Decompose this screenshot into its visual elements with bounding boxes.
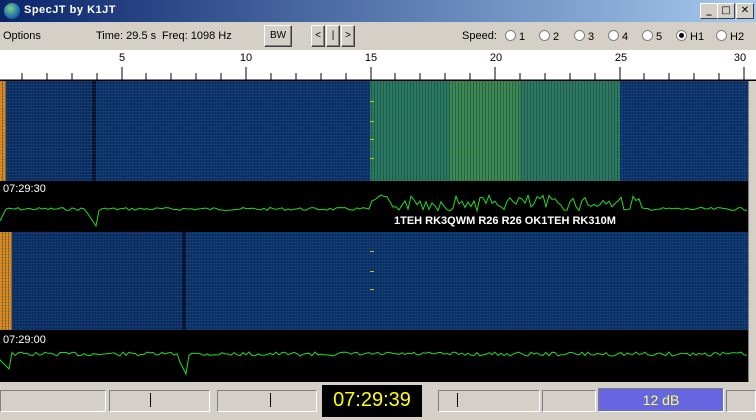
freq-readout: Freq: 1098 Hz [162,30,232,42]
slider-contrast[interactable] [217,390,317,412]
ruler-label: 30 [733,52,747,64]
radio-dot [642,30,653,41]
speed-radio-4[interactable]: 4 [608,30,628,43]
minimize-button[interactable]: _ [700,3,718,19]
slider-brightness[interactable] [109,390,210,412]
ruler-label: 10 [239,52,253,64]
speed-radio-2[interactable]: 2 [539,30,559,43]
ruler-ticks [0,67,756,80]
spectrogram-display[interactable]: 07:29:30 1TEH RK3QWM R26 R26 OK1TEH RK31… [0,81,748,382]
radio-dot [539,30,550,41]
tone-marker [370,271,374,272]
speed-label: Speed: [462,30,497,42]
tone-marker [370,121,374,122]
center-button[interactable]: | [326,25,340,47]
speed-radio-1[interactable]: 1 [505,30,525,43]
tone-marker [370,289,374,290]
maximize-button[interactable]: □ [717,3,735,19]
status-panel [726,390,756,412]
window-title: SpecJT by K1JT [24,4,116,16]
time-readout: Time: 29.5 s [96,30,157,42]
radio-dot [608,30,619,41]
radio-dot [505,30,516,41]
close-button[interactable]: ✕ [736,3,754,19]
waterfall-upper [0,81,748,181]
next-button[interactable]: > [341,25,355,47]
speed-radio-3[interactable]: 3 [574,30,594,43]
tone-marker [370,251,374,252]
frequency-ruler[interactable]: 5 10 15 20 25 30 [0,50,756,81]
radio-dot-selected [676,30,687,41]
toolbar: Options Time: 29.5 s Freq: 1098 Hz BW < … [0,22,756,50]
tone-marker [370,139,374,140]
ruler-label: 5 [118,52,126,64]
prev-button[interactable]: < [311,25,325,47]
tone-marker [370,101,374,102]
status-panel [0,390,106,412]
utc-clock: 07:29:39 [322,385,422,417]
radio-dot [574,30,585,41]
slider-thumb[interactable] [457,393,458,407]
waterfall-lower [0,232,748,330]
vertical-scrollbar[interactable] [748,81,756,382]
bw-button[interactable]: BW [264,25,292,47]
title-bar: SpecJT by K1JT _ □ ✕ [0,0,756,22]
signal-trace-lower [0,351,748,376]
slider-gain[interactable] [438,390,540,412]
speed-radio-5[interactable]: 5 [642,30,662,43]
ruler-label: 15 [364,52,378,64]
speed-radio-h1[interactable]: H1 [676,30,704,43]
speed-radio-h2[interactable]: H2 [716,30,744,43]
status-panel [542,390,596,412]
radio-dot [716,30,727,41]
slider-thumb[interactable] [150,393,151,407]
slider-thumb[interactable] [270,393,271,407]
tone-marker [370,158,374,159]
options-menu[interactable]: Options [3,30,41,42]
signal-trace-upper [0,193,748,228]
ruler-label: 20 [489,52,503,64]
globe-icon [4,3,20,19]
signal-level: 12 dB [598,388,724,412]
ruler-label: 25 [614,52,628,64]
decoded-message: 1TEH RK3QWM R26 R26 OK1TEH RK310M [394,215,616,227]
